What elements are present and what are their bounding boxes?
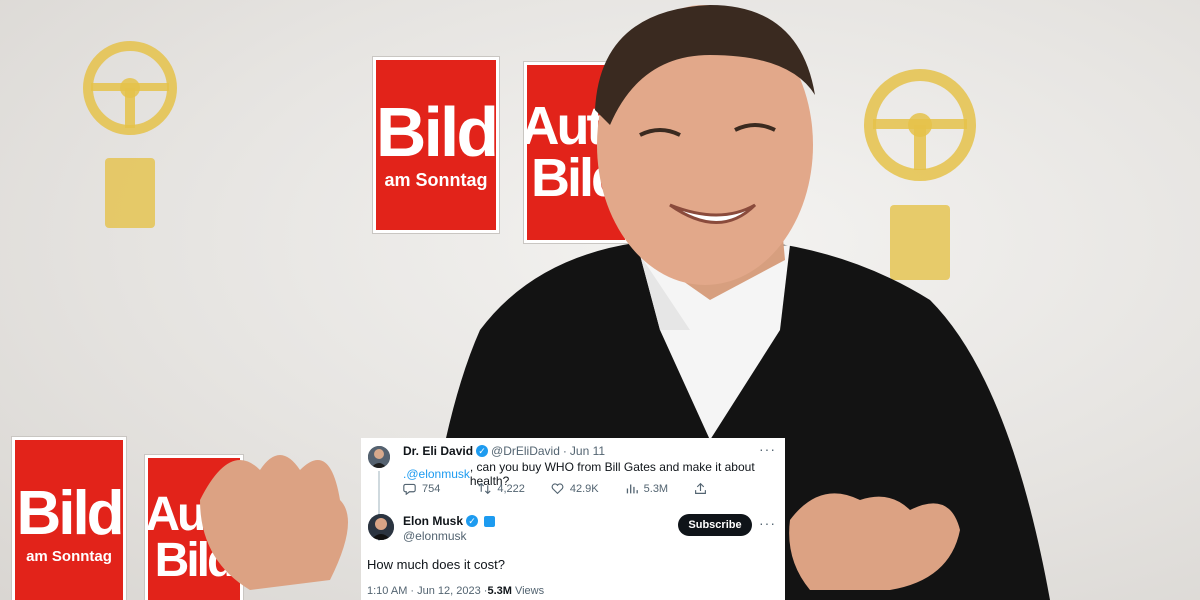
profile-photo-icon: [368, 514, 394, 540]
more-options-icon[interactable]: ···: [759, 441, 776, 457]
reply-button[interactable]: 754: [403, 482, 440, 495]
verified-badge-icon: ✓: [476, 445, 489, 457]
separator: ·: [562, 444, 567, 458]
avatar[interactable]: [368, 514, 394, 540]
mention-link[interactable]: .@elonmusk: [403, 467, 470, 481]
subscribe-button[interactable]: Subscribe: [678, 514, 752, 536]
verified-badge-icon: ✓: [466, 515, 479, 527]
view-count: 5.3M: [643, 482, 669, 495]
views-label: Views: [514, 585, 545, 597]
reply-handle-row: @elonmusk: [403, 529, 467, 543]
author-name[interactable]: Elon Musk: [403, 514, 463, 528]
profile-photo-icon: [368, 446, 390, 468]
retweet-count: 4,222: [497, 482, 525, 495]
logo-text: Bild: [16, 479, 124, 549]
tweet-timestamp[interactable]: 1:10 AM · Jun 12, 2023 ·: [367, 585, 487, 597]
more-options-icon[interactable]: ···: [759, 515, 776, 531]
author-handle[interactable]: @DrEliDavid: [491, 444, 560, 458]
share-icon: [695, 482, 707, 494]
reply-count: 754: [422, 482, 441, 495]
heart-icon: [551, 483, 564, 495]
affiliation-badge-icon: [484, 515, 496, 527]
tweet-card: Dr. Eli David ✓ @DrEliDavid · Jun 11 ···…: [361, 438, 785, 600]
reply-tweet-text: How much does it cost?: [367, 557, 505, 572]
retweet-icon: [478, 482, 491, 495]
views-button[interactable]: 5.3M: [625, 482, 668, 495]
avatar[interactable]: [368, 446, 390, 468]
steering-wheel-trophy-left: [83, 41, 177, 228]
retweet-button[interactable]: 4,222: [478, 482, 525, 495]
tweet-body: How much does it cost?: [367, 557, 506, 572]
analytics-icon: [626, 484, 638, 494]
tweet-actions: 754 4,222 42.9K 5.3M: [403, 482, 707, 495]
bild-logo-bottom: Bild am Sonntag: [12, 437, 126, 600]
tweet-date[interactable]: Jun 11: [570, 444, 605, 458]
like-button[interactable]: 42.9K: [551, 482, 599, 495]
author-handle[interactable]: @elonmusk: [403, 529, 467, 543]
reply-tweet-header: Elon Musk ✓: [403, 514, 496, 528]
share-button[interactable]: [694, 482, 707, 495]
author-name[interactable]: Dr. Eli David: [403, 444, 473, 458]
tweet-meta: 1:10 AM · Jun 12, 2023 · 5.3M Views: [367, 585, 544, 597]
original-tweet-header: Dr. Eli David ✓ @DrEliDavid · Jun 11: [403, 444, 605, 458]
reply-icon: [403, 483, 416, 495]
views-count: 5.3M: [487, 585, 512, 597]
like-count: 42.9K: [569, 482, 599, 495]
logo-subtext: am Sonntag: [26, 547, 112, 565]
